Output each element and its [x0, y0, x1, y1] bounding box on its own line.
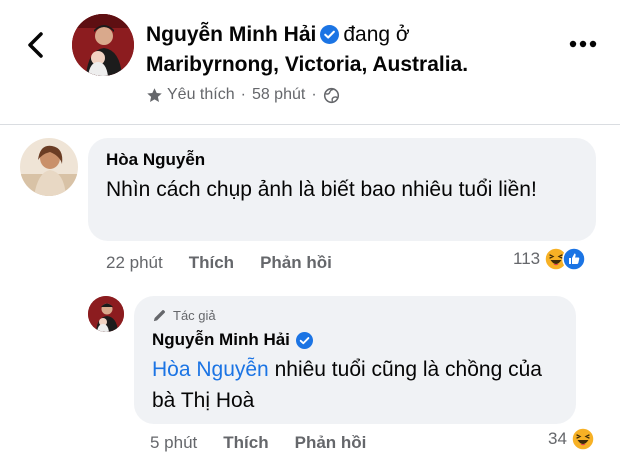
reply-author[interactable]: Nguyễn Minh Hải: [152, 330, 317, 350]
reply-time[interactable]: 5 phút: [150, 432, 197, 454]
reply-button[interactable]: Phản hồi: [295, 432, 367, 454]
comment-bubble: Hòa Nguyễn Nhìn cách chụp ảnh là biết ba…: [88, 138, 596, 241]
verified-icon: [295, 331, 313, 349]
favorite-label: Yêu thích: [167, 86, 235, 103]
reply-reaction-count: 34: [548, 429, 567, 448]
comment-time[interactable]: 22 phút: [106, 252, 163, 274]
more-options-icon[interactable]: [566, 30, 600, 58]
comment-text: Nhìn cách chụp ảnh là biết bao nhiêu tuổ…: [106, 178, 537, 201]
author-badge: Tác giả: [152, 308, 216, 323]
post-header: Nguyễn Minh Hải đang ở Maribyrnong, Victo…: [0, 0, 620, 124]
mention-link[interactable]: Hòa Nguyễn: [152, 358, 269, 381]
reply-author-avatar[interactable]: [88, 296, 124, 332]
reply-author-name[interactable]: Nguyễn Minh Hải: [152, 330, 290, 350]
pencil-icon: [153, 309, 166, 322]
reply-actions: 5 phút Thích Phản hồi: [150, 432, 366, 454]
comment-actions: 22 phút Thích Phản hồi: [106, 252, 332, 274]
commenter-avatar[interactable]: [20, 138, 78, 196]
reply-reaction-summary[interactable]: 34: [548, 427, 595, 451]
reply-button[interactable]: Phản hồi: [260, 252, 332, 274]
reply-bubble: Tác giả Nguyễn Minh Hải Hòa Nguyễn nhiêu…: [134, 296, 576, 424]
location-link[interactable]: Maribyrnong, Victoria, Australia.: [146, 50, 468, 80]
meta-separator: ·: [240, 86, 246, 103]
reaction-summary[interactable]: 113: [513, 247, 586, 271]
haha-emoji-icon: [571, 427, 595, 451]
status-text: đang ở: [343, 23, 410, 46]
author-avatar[interactable]: [72, 14, 134, 76]
globe-icon: [323, 87, 339, 103]
back-arrow-icon[interactable]: [22, 30, 50, 60]
reply-text: Hòa Nguyễn nhiêu tuổi cũng là chồng của …: [152, 354, 562, 416]
author-name[interactable]: Nguyễn Minh Hải: [146, 23, 316, 46]
post-meta: Yêu thích · 58 phút ·: [146, 84, 340, 106]
like-button[interactable]: Thích: [223, 432, 268, 454]
header-title-line: Nguyễn Minh Hải đang ở: [146, 20, 410, 50]
star-icon: [147, 87, 162, 102]
author-badge-label: Tác giả: [173, 308, 216, 323]
header-divider: [0, 124, 620, 125]
meta-separator-2: ·: [311, 86, 317, 103]
verified-icon: [320, 25, 340, 44]
like-emoji-icon: [562, 247, 586, 271]
like-button[interactable]: Thích: [189, 252, 234, 274]
reaction-count: 113: [513, 249, 541, 268]
post-time[interactable]: 58 phút: [252, 84, 305, 106]
comment-author[interactable]: Hòa Nguyễn: [106, 150, 205, 170]
